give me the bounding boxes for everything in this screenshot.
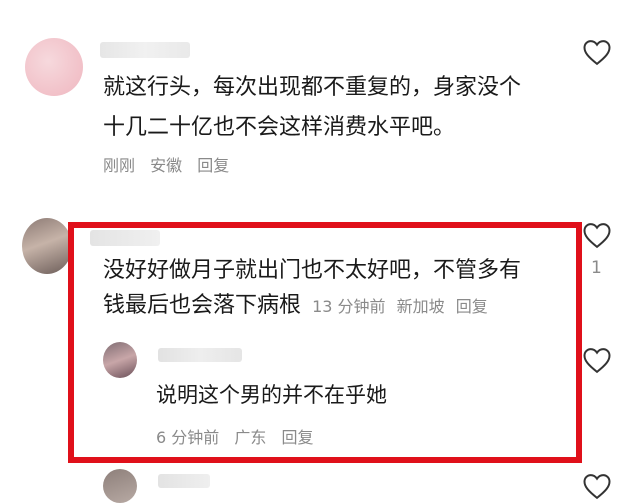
like-heart-icon[interactable] <box>582 346 612 374</box>
comment-text-line: 十几二十亿也不会这样消费水平吧。 <box>103 115 456 140</box>
username-blurred[interactable] <box>158 348 242 362</box>
comment-text-line-with-meta: 钱最后也会落下病根 13 分钟前 新加坡 回复 <box>103 288 488 324</box>
like-heart-icon[interactable] <box>582 221 612 249</box>
comment-location: 安徽 <box>150 156 183 175</box>
reply-button[interactable]: 回复 <box>456 297 488 316</box>
reply-button[interactable]: 回复 <box>197 156 229 175</box>
reply-location: 广东 <box>234 428 267 447</box>
avatar[interactable] <box>22 218 72 274</box>
comment-time: 刚刚 <box>103 156 136 175</box>
comment-text-line: 没好好做月子就出门也不太好吧，不管多有 <box>103 258 522 283</box>
like-heart-icon[interactable] <box>582 472 612 500</box>
comment-text-line: 钱最后也会落下病根 <box>103 293 302 318</box>
avatar[interactable] <box>103 342 137 378</box>
avatar[interactable] <box>103 469 137 503</box>
comment-location: 新加坡 <box>396 297 445 316</box>
comment-time: 13 分钟前 <box>312 297 386 316</box>
reply-text: 说明这个男的并不在乎她 <box>156 383 387 407</box>
reply-button[interactable]: 回复 <box>281 428 313 447</box>
reply-meta: 6 分钟前 广东 回复 <box>156 424 324 448</box>
username-blurred[interactable] <box>100 42 190 58</box>
comment-meta: 刚刚 安徽 回复 <box>103 152 239 176</box>
comment-text-line: 就这行头，每次出现都不重复的，身家没个 <box>103 75 522 100</box>
like-count: 1 <box>591 258 602 278</box>
like-heart-icon[interactable] <box>582 38 612 66</box>
reply-time: 6 分钟前 <box>156 428 220 447</box>
avatar[interactable] <box>25 38 83 96</box>
